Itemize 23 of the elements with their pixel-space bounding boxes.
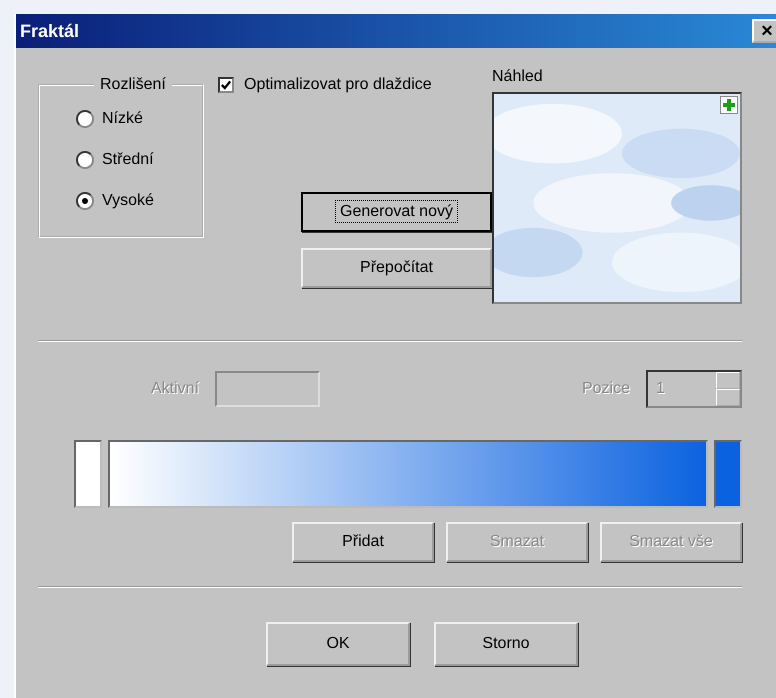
window-title: Fraktál xyxy=(20,20,80,42)
group-label: Rozlišení xyxy=(99,76,167,94)
radio-button[interactable] xyxy=(76,150,94,168)
radio-button[interactable] xyxy=(76,110,94,128)
radio-label[interactable]: Střední xyxy=(102,150,154,168)
color-stop[interactable] xyxy=(714,440,742,508)
radio-label[interactable]: Nízké xyxy=(102,110,143,128)
radio-label[interactable]: Vysoké xyxy=(102,192,154,210)
active-label: Aktivní xyxy=(151,380,200,398)
position-label: Pozice xyxy=(582,380,630,398)
radio-button[interactable] xyxy=(76,192,94,210)
checkbox-label[interactable]: Optimalizovat pro dlaždice xyxy=(244,76,432,94)
dialog-button[interactable]: Storno xyxy=(434,622,578,666)
plus-icon[interactable] xyxy=(720,96,738,114)
preview-label: Náhled xyxy=(492,68,544,86)
action-button[interactable]: Generovat nový xyxy=(301,192,492,232)
checkbox[interactable] xyxy=(218,77,234,93)
stop-button[interactable]: Přidat xyxy=(292,522,434,562)
action-button[interactable]: Přepočítat xyxy=(301,248,492,288)
dialog-button[interactable]: OK xyxy=(266,622,410,666)
close-button[interactable]: × xyxy=(752,19,776,43)
active-field[interactable] xyxy=(215,371,320,407)
color-stop[interactable] xyxy=(74,440,102,508)
